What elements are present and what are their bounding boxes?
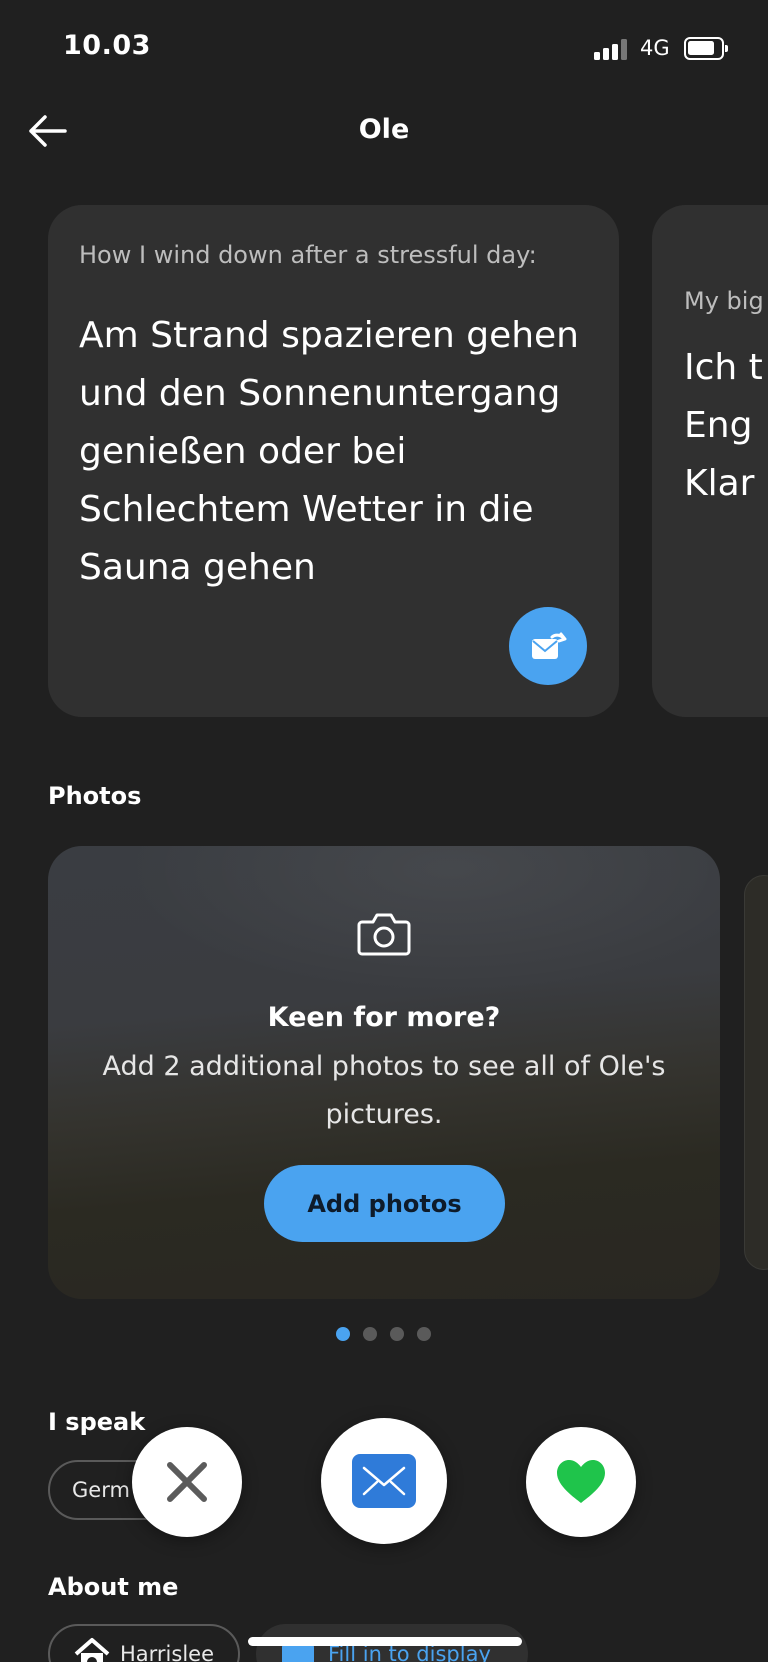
pagination-dot[interactable] xyxy=(363,1327,377,1341)
status-bar: 10.03 4G xyxy=(0,0,768,96)
prompt-question: How I wind down after a stressful day: xyxy=(79,241,537,269)
languages-heading: I speak xyxy=(48,1408,146,1436)
about-me-heading: About me xyxy=(48,1573,179,1601)
message-button[interactable] xyxy=(321,1418,447,1544)
status-time: 10.03 xyxy=(63,30,151,61)
photo-pagination xyxy=(336,1327,431,1341)
photos-unlock-title: Keen for more? xyxy=(267,1002,501,1033)
envelope-icon xyxy=(352,1454,416,1508)
photos-unlock-description: Add 2 additional photos to see all of Ol… xyxy=(102,1051,666,1130)
camera-icon xyxy=(356,910,412,958)
language-chip-label: Germ xyxy=(72,1478,130,1502)
prompt-answer: Am Strand spazieren gehen und den Sonnen… xyxy=(79,315,579,588)
cellular-signal-icon xyxy=(594,38,630,60)
pagination-dot-active[interactable] xyxy=(336,1327,350,1341)
envelope-reply-icon xyxy=(532,632,567,659)
pagination-dot[interactable] xyxy=(417,1327,431,1341)
home-indicator xyxy=(248,1637,522,1646)
pagination-dot[interactable] xyxy=(390,1327,404,1341)
add-photos-button[interactable]: Add photos xyxy=(264,1165,505,1242)
location-chip: Harrislee xyxy=(48,1624,240,1662)
reply-to-prompt-button[interactable] xyxy=(509,607,587,685)
photo-card-next[interactable] xyxy=(744,875,768,1270)
close-x-icon xyxy=(167,1462,207,1502)
like-button[interactable] xyxy=(526,1427,636,1537)
heart-icon xyxy=(557,1460,605,1503)
page-title: Ole xyxy=(358,114,410,145)
network-type-label: 4G xyxy=(640,36,670,60)
photos-heading: Photos xyxy=(48,782,142,810)
prompt-card-next[interactable]: My big Ich t Eng Klar xyxy=(652,205,768,717)
prompt-answer: Ich t Eng Klar xyxy=(684,347,763,504)
dislike-button[interactable] xyxy=(132,1427,242,1537)
prompt-card[interactable]: How I wind down after a stressful day: A… xyxy=(48,205,619,717)
location-chip-label: Harrislee xyxy=(120,1642,215,1662)
prompt-question: My big xyxy=(684,287,764,315)
home-location-icon xyxy=(74,1638,110,1662)
battery-icon xyxy=(684,37,728,60)
